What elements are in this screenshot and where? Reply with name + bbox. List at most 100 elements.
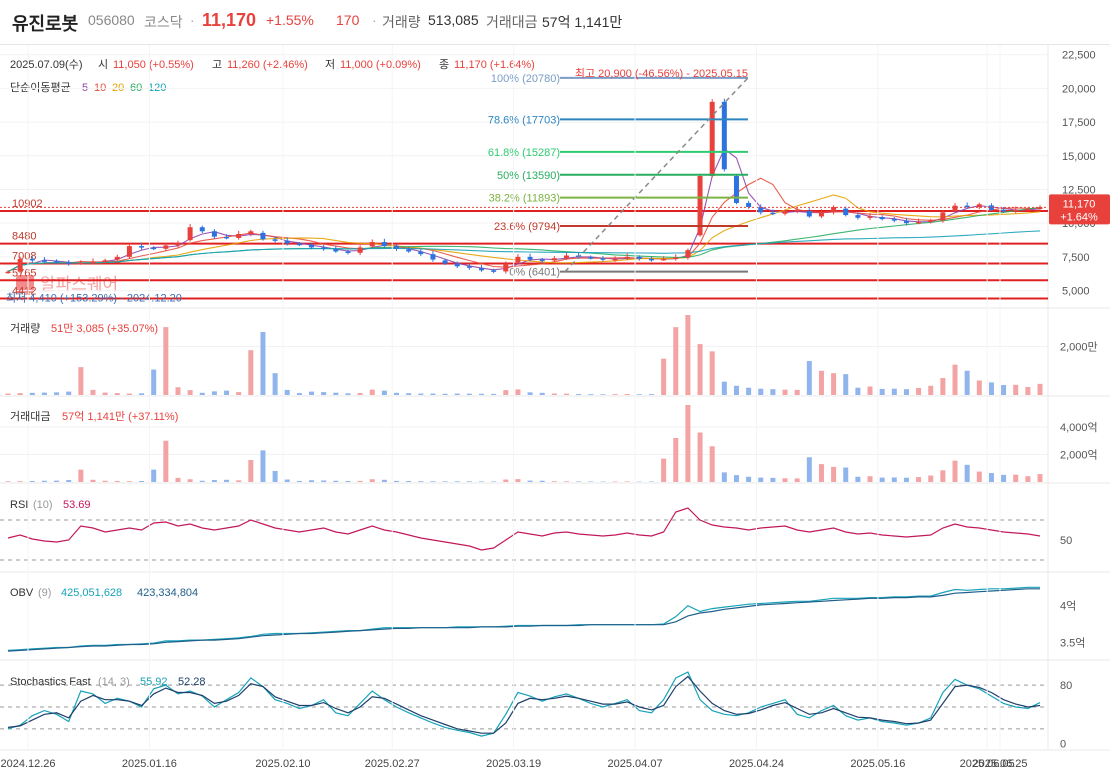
candle[interactable] (284, 240, 290, 244)
candle[interactable] (685, 250, 691, 258)
candle[interactable] (648, 258, 654, 261)
candle[interactable] (333, 249, 339, 252)
amount-bar[interactable] (66, 480, 72, 482)
amount-bar[interactable] (224, 479, 230, 482)
volume-bar[interactable] (527, 392, 533, 395)
volume-bar[interactable] (126, 393, 132, 395)
candle[interactable] (539, 259, 545, 262)
candle[interactable] (114, 256, 120, 260)
candle[interactable] (928, 220, 934, 222)
candle[interactable] (260, 232, 266, 240)
candle[interactable] (5, 271, 11, 274)
volume-bar[interactable] (916, 387, 922, 395)
amount-bar[interactable] (843, 467, 849, 482)
amount-bar[interactable] (891, 477, 897, 482)
volume-bar[interactable] (430, 393, 436, 395)
volume-bar[interactable] (199, 392, 205, 395)
amount-bar[interactable] (357, 480, 363, 482)
candle[interactable] (843, 208, 849, 216)
amount-bar[interactable] (940, 470, 946, 482)
candle[interactable] (272, 239, 278, 241)
volume-bar[interactable] (806, 361, 812, 395)
volume-bar[interactable] (612, 394, 618, 395)
volume-bar[interactable] (248, 350, 254, 395)
amount-bar[interactable] (114, 481, 120, 482)
candle[interactable] (175, 243, 181, 246)
volume-bar[interactable] (976, 380, 982, 395)
amount-bar[interactable] (29, 481, 35, 482)
volume-bar[interactable] (588, 394, 594, 395)
candle[interactable] (90, 261, 96, 264)
amount-bar[interactable] (260, 450, 266, 482)
amount-bar[interactable] (454, 481, 460, 482)
candle[interactable] (661, 258, 667, 261)
volume-bar[interactable] (17, 393, 23, 395)
amount-bar[interactable] (17, 481, 23, 482)
amount-bar[interactable] (952, 460, 958, 482)
volume-bar[interactable] (333, 392, 339, 395)
volume-bar[interactable] (29, 392, 35, 395)
candle[interactable] (940, 212, 946, 221)
candle[interactable] (466, 266, 472, 268)
amount-bar[interactable] (175, 477, 181, 482)
volume-bar[interactable] (855, 387, 861, 395)
volume-bar[interactable] (515, 389, 521, 395)
volume-bar[interactable] (151, 369, 157, 395)
amount-bar[interactable] (54, 480, 60, 482)
volume-bar[interactable] (236, 392, 242, 395)
candle[interactable] (794, 209, 800, 212)
volume-bar[interactable] (685, 315, 691, 395)
amount-bar[interactable] (527, 480, 533, 482)
volume-bar[interactable] (903, 389, 909, 395)
amount-bar[interactable] (5, 481, 11, 482)
amount-bar[interactable] (418, 481, 424, 482)
volume-bar[interactable] (1001, 385, 1007, 395)
amount-bar[interactable] (806, 457, 812, 482)
amount-bar[interactable] (151, 469, 157, 482)
candle[interactable] (66, 262, 72, 264)
candle[interactable] (479, 268, 485, 271)
volume-bar[interactable] (551, 393, 557, 395)
volume-bar[interactable] (721, 381, 727, 395)
amount-bar[interactable] (126, 481, 132, 482)
volume-bar[interactable] (539, 392, 545, 395)
amount-bar[interactable] (685, 405, 691, 482)
volume-bar[interactable] (90, 389, 96, 395)
candle[interactable] (855, 215, 861, 218)
amount-bar[interactable] (442, 481, 448, 482)
amount-bar[interactable] (236, 480, 242, 482)
volume-bar[interactable] (369, 389, 375, 395)
volume-bar[interactable] (952, 364, 958, 395)
candle[interactable] (381, 242, 387, 247)
volume-bar[interactable] (296, 393, 302, 395)
amount-bar[interactable] (515, 479, 521, 482)
volume-bar[interactable] (624, 394, 630, 395)
volume-bar[interactable] (733, 385, 739, 395)
amount-bar[interactable] (746, 476, 752, 482)
candle[interactable] (78, 262, 84, 265)
amount-bar[interactable] (503, 479, 509, 482)
candle[interactable] (357, 247, 363, 253)
candle[interactable] (636, 256, 642, 259)
amount-bar[interactable] (818, 464, 824, 482)
amount-bar[interactable] (248, 460, 254, 482)
volume-bar[interactable] (1013, 384, 1019, 395)
candle[interactable] (527, 256, 533, 260)
candle[interactable] (236, 233, 242, 238)
amount-bar[interactable] (491, 481, 497, 482)
candle[interactable] (733, 176, 739, 203)
amount-bar[interactable] (673, 438, 679, 482)
volume-bar[interactable] (41, 392, 47, 395)
volume-bar[interactable] (102, 392, 108, 395)
candle[interactable] (721, 101, 727, 170)
candle[interactable] (296, 243, 302, 246)
candle[interactable] (746, 202, 752, 207)
amount-bar[interactable] (624, 481, 630, 482)
candle[interactable] (321, 247, 327, 249)
volume-bar[interactable] (272, 373, 278, 395)
amount-bar[interactable] (139, 481, 145, 482)
amount-bar[interactable] (272, 471, 278, 482)
amount-bar[interactable] (369, 479, 375, 482)
volume-bar[interactable] (709, 351, 715, 395)
candle[interactable] (1025, 209, 1031, 211)
